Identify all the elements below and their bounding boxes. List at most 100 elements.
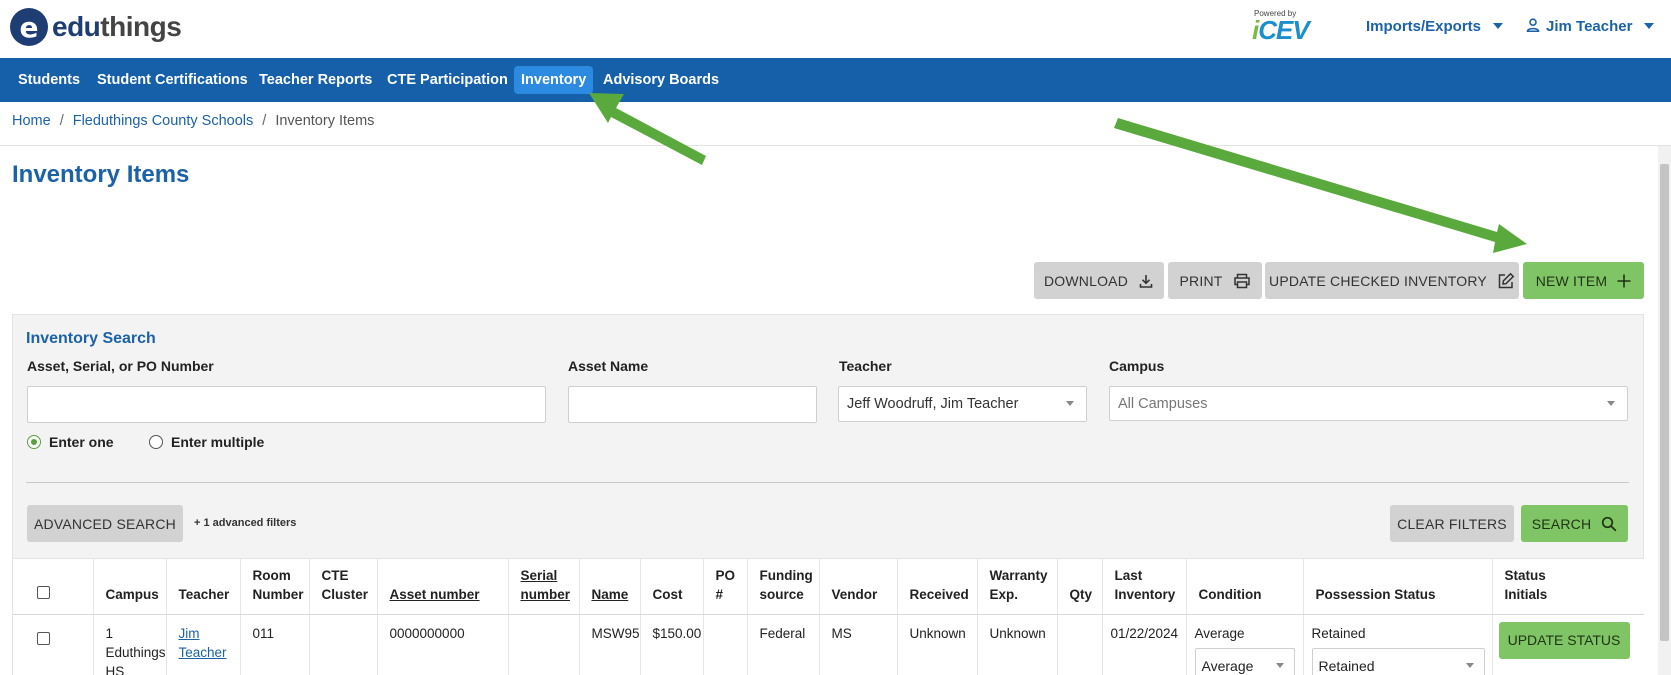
arrow-to-new-item-button [1114, 118, 1527, 253]
asset-name-input[interactable] [568, 386, 817, 423]
cell-serial [508, 614, 580, 675]
cell-received: Unknown [897, 614, 978, 675]
advanced-filters-note: + 1 advanced filters [194, 517, 297, 529]
page-scrollbar[interactable] [1658, 146, 1671, 675]
printer-icon [1233, 273, 1250, 288]
chevron-down-icon [1275, 663, 1284, 668]
chevron-down-icon [1607, 401, 1615, 406]
user-name: Jim Teacher [1546, 18, 1633, 35]
campus-select[interactable]: All Campuses [1109, 386, 1628, 421]
table-header-row: Campus Teacher Room Number CTE Cluster Ass… [13, 558, 1644, 615]
user-icon [1526, 18, 1540, 32]
eduthings-logo[interactable]: e eduthings [10, 8, 182, 46]
asset-field-label: Asset, Serial, or PO Number [27, 358, 214, 374]
header-room-number: Room Number [240, 558, 310, 615]
header-divider [0, 145, 1671, 146]
icev-wordmark: iCEV [1252, 15, 1310, 45]
nav-inventory[interactable]: Inventory [514, 66, 594, 94]
header-warranty-exp: Warranty Exp. [977, 558, 1058, 615]
breadcrumb: Home / Fleduthings County Schools / Inventor… [12, 113, 375, 129]
header-serial-number[interactable]: Serial number [508, 558, 580, 615]
breadcrumb-home[interactable]: Home [12, 113, 51, 129]
header-possession-status: Possession Status [1303, 558, 1493, 615]
breadcrumb-district[interactable]: Fleduthings County Schools [73, 113, 254, 129]
imports-exports-menu[interactable]: Imports/Exports [1366, 18, 1504, 35]
nav-teacher-reports[interactable]: Teacher Reports [252, 66, 379, 94]
chevron-down-icon [1465, 663, 1474, 668]
update-checked-inventory-button[interactable]: UPDATE CHECKED INVENTORY [1265, 262, 1519, 299]
main-nav: Students Student Certifications Teacher … [0, 58, 1671, 102]
cell-warranty: Unknown [977, 614, 1058, 675]
cell-teacher: Jim Teacher [166, 614, 241, 675]
teacher-label: Teacher [839, 358, 892, 374]
header-funding-source: Funding source [747, 558, 820, 615]
eduthings-logo-mark: e [10, 8, 48, 46]
search-button[interactable]: SEARCH [1521, 505, 1628, 542]
inventory-table: Campus Teacher Room Number CTE Cluster Ass… [13, 558, 1644, 675]
header-cte-cluster: CTE Cluster [309, 558, 378, 615]
header-received: Received [897, 558, 978, 615]
search-divider [26, 482, 1629, 483]
teacher-select-value: Jeff Woodruff, Jim Teacher [847, 396, 1019, 412]
breadcrumb-current: Inventory Items [275, 113, 375, 129]
nav-advisory-boards[interactable]: Advisory Boards [596, 66, 726, 94]
row-checkbox[interactable] [37, 632, 50, 645]
radio-unchecked-icon [149, 435, 163, 449]
condition-text: Average [1194, 626, 1245, 641]
header-last-inventory: Last Inventory [1102, 558, 1187, 615]
cell-possession: Retained Retained [1303, 614, 1493, 675]
teacher-select[interactable]: Jeff Woodruff, Jim Teacher [838, 386, 1087, 422]
eduthings-logo-text: eduthings [52, 11, 182, 42]
possession-select[interactable]: Retained [1311, 648, 1485, 675]
cell-cte [309, 614, 378, 675]
header-qty: Qty [1057, 558, 1103, 615]
header-vendor: Vendor [819, 558, 898, 615]
arrow-to-inventory-tab [589, 93, 706, 165]
page-title: Inventory Items [12, 161, 190, 188]
header-po: PO # [703, 558, 748, 615]
cell-po [703, 614, 748, 675]
cell-qty [1057, 614, 1103, 675]
user-menu[interactable]: Jim Teacher [1526, 18, 1655, 35]
possession-text: Retained [1311, 626, 1366, 641]
cell-room: 011 [240, 614, 310, 675]
search-icon [1602, 516, 1617, 531]
cell-status: UPDATE STATUS [1492, 614, 1644, 675]
chevron-down-icon [1066, 401, 1074, 406]
asset-serial-po-input[interactable] [27, 386, 546, 423]
header-asset-number[interactable]: Asset number [377, 558, 509, 615]
inventory-table-container: Campus Teacher Room Number CTE Cluster Ass… [12, 558, 1644, 675]
cell-campus: 1 Eduthings HS [93, 614, 167, 675]
radio-enter-multiple[interactable]: Enter multiple [149, 434, 264, 450]
header-teacher: Teacher [166, 558, 241, 615]
cell-asset-number: 0000000000 [377, 614, 509, 675]
nav-student-certifications[interactable]: Student Certifications [90, 66, 255, 94]
radio-enter-one[interactable]: Enter one [27, 434, 114, 450]
header-condition: Condition [1186, 558, 1304, 615]
select-all-checkbox[interactable] [37, 586, 50, 599]
campus-select-placeholder: All Campuses [1118, 396, 1208, 412]
top-header: e eduthings Powered by iCEV Imports/Expo… [0, 0, 1671, 58]
download-button[interactable]: DOWNLOAD [1034, 262, 1164, 299]
update-status-button[interactable]: UPDATE STATUS [1498, 622, 1630, 659]
header-status-initials: Status Initials [1492, 558, 1644, 615]
cell-condition: Average Average [1186, 614, 1304, 675]
print-button[interactable]: PRINT [1168, 262, 1262, 299]
nav-cte-participation[interactable]: CTE Participation [380, 66, 515, 94]
table-row: 1 Eduthings HS Jim Teacher 011 0000000000 M… [13, 614, 1644, 675]
cell-last-inventory: 01/22/2024 [1102, 614, 1187, 675]
inventory-search-title: Inventory Search [26, 330, 156, 347]
advanced-search-button[interactable]: ADVANCED SEARCH [27, 505, 183, 542]
chevron-down-icon [1493, 23, 1504, 29]
header-name[interactable]: Name [579, 558, 641, 615]
clear-filters-button[interactable]: CLEAR FILTERS [1390, 505, 1514, 542]
nav-students[interactable]: Students [11, 66, 87, 94]
scrollbar-thumb[interactable] [1660, 164, 1669, 641]
header-select-all [13, 558, 94, 615]
plus-icon [1617, 274, 1631, 287]
cell-vendor: MS [819, 614, 898, 675]
new-item-button[interactable]: NEW ITEM [1523, 262, 1644, 299]
teacher-link[interactable]: Jim Teacher [179, 626, 227, 660]
cell-name: MSW95 [579, 614, 641, 675]
condition-select[interactable]: Average [1194, 648, 1295, 675]
